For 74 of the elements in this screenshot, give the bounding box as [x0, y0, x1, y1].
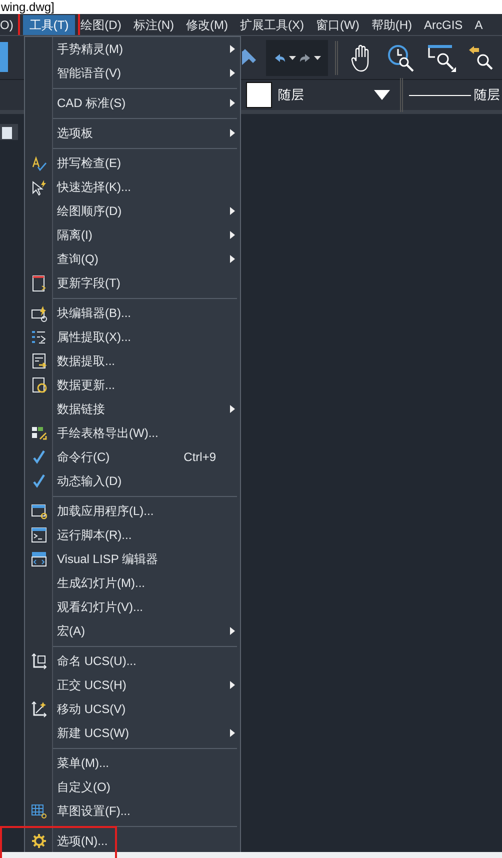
file-tab[interactable] — [0, 124, 18, 140]
menu-item[interactable]: 命令行(C) Ctrl+9 — [25, 445, 240, 469]
grid-icon — [31, 802, 47, 820]
lisp-editor-icon — [31, 550, 47, 568]
menu-bar-item[interactable]: ArcGIS — [418, 14, 469, 34]
menu-item[interactable]: 数据链接 — [25, 397, 240, 421]
menu-bar-item[interactable]: 帮助(H) — [365, 14, 418, 34]
line-sample — [409, 94, 471, 96]
menu-item[interactable]: 菜单(M)... — [25, 751, 240, 775]
menu-item[interactable]: 动态输入(D) — [25, 469, 240, 493]
redo-icon[interactable] — [298, 52, 310, 62]
cursor-lightning-icon — [31, 178, 47, 196]
spell-check-icon — [31, 154, 47, 172]
menu-item[interactable]: 正交 UCS(H) — [25, 673, 240, 697]
menu-item[interactable]: 新建 UCS(W) — [25, 721, 240, 745]
block-edit-icon — [31, 304, 47, 322]
menu-item[interactable]: 数据更新... — [25, 373, 240, 397]
undo-icon[interactable] — [274, 52, 286, 62]
zoom-window-icon[interactable] — [427, 42, 457, 72]
menu-item[interactable]: CAD 标准(S) — [25, 91, 240, 115]
menu-item[interactable]: 数据提取... — [25, 349, 240, 373]
caret-icon[interactable] — [374, 90, 390, 100]
menu-item[interactable]: 手势精灵(M) — [25, 37, 240, 61]
menu-bar-item[interactable]: 扩展工具(X) — [234, 14, 310, 34]
menu-bar-item[interactable]: 修改(M) — [180, 14, 234, 34]
menu-bar-item[interactable]: O) — [0, 14, 20, 34]
menu-item[interactable]: 观看幻灯片(V)... — [25, 595, 240, 619]
data-refresh-icon — [31, 376, 47, 394]
menu-item[interactable]: 运行脚本(R)... — [25, 523, 240, 547]
menu-item[interactable]: 快速选择(K)... — [25, 175, 240, 199]
menu-item[interactable]: 隔离(I) — [25, 223, 240, 247]
table-export-icon — [31, 424, 47, 442]
linetype-value: 随层 — [474, 86, 500, 104]
menu-item[interactable]: 块编辑器(B)... — [25, 301, 240, 325]
menu-item[interactable]: 查询(Q) — [25, 247, 240, 271]
menu-item[interactable]: Visual LISP 编辑器 — [25, 547, 240, 571]
menu-item[interactable]: 移动 UCS(V) — [25, 697, 240, 721]
menu-bar-item[interactable]: 标注(N) — [127, 14, 180, 34]
move-axes-icon — [31, 700, 47, 718]
caret-icon[interactable] — [288, 56, 296, 60]
menu-item[interactable]: 手绘表格导出(W)... — [25, 421, 240, 445]
menu-item[interactable]: 更新字段(T) — [25, 271, 240, 295]
data-export-icon — [31, 352, 47, 370]
zoom-realtime-icon[interactable] — [387, 42, 415, 72]
caret-icon[interactable] — [314, 56, 320, 60]
layer-value: 随层 — [278, 86, 305, 104]
color-swatch — [246, 82, 272, 108]
shortcut-text: Ctrl+9 — [184, 449, 216, 466]
menu-item[interactable]: 命名 UCS(U)... — [25, 649, 240, 673]
menu-item[interactable]: 草图设置(F)... — [25, 799, 240, 823]
undo-redo-control[interactable] — [266, 40, 328, 76]
menu-item[interactable]: 绘图顺序(D) — [25, 199, 240, 223]
window-title: wing.dwg] — [1, 0, 54, 14]
menu-item[interactable]: 加载应用程序(L)... — [25, 499, 240, 523]
menu-item[interactable]: 智能语音(V) — [25, 61, 240, 85]
menu-item[interactable]: 宏(A) — [25, 619, 240, 643]
console-icon — [31, 526, 47, 544]
menu-item[interactable]: 选项(N)... — [25, 829, 240, 853]
linetype-dropdown[interactable]: 随层 — [409, 81, 502, 109]
layer-dropdown[interactable]: 随层 — [246, 81, 394, 109]
document-icon — [31, 274, 47, 292]
coordinate-axes-icon — [31, 652, 47, 670]
menu-item[interactable]: 自定义(O) — [25, 775, 240, 799]
menu-bar-item[interactable]: 窗口(W) — [310, 14, 366, 34]
menu-item[interactable]: 拼写检查(E) — [25, 151, 240, 175]
attribute-list-icon — [31, 328, 47, 346]
application-load-icon — [31, 502, 47, 520]
menu-item[interactable]: 属性提取(X)... — [25, 325, 240, 349]
menu-item[interactable]: 选项板 — [25, 121, 240, 145]
menu-bar-item[interactable]: 绘图(D) — [74, 14, 128, 34]
settings-icon — [31, 832, 47, 850]
menu-item[interactable]: 生成幻灯片(M)... — [25, 571, 240, 595]
menu-bar-item[interactable]: 工具(T) — [23, 14, 75, 34]
menu-bar-item[interactable]: A — [468, 14, 489, 34]
